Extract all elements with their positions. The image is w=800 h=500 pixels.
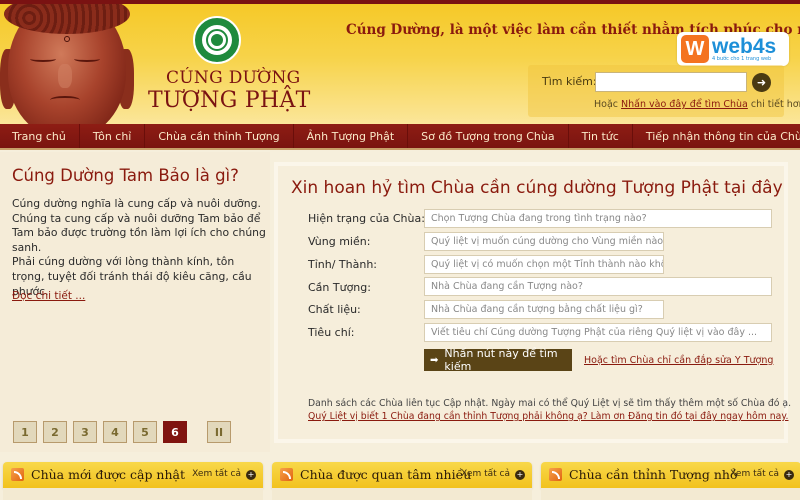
region-select[interactable]: Quý liệt vị muốn cúng dường cho Vùng miề… — [424, 232, 664, 251]
site-header: CÚNG DƯỜNG TƯỢNG PHẬT Cúng Dường, là một… — [0, 0, 800, 128]
field-label-material: Chất liệu: — [308, 303, 361, 316]
box-title: Chùa mới được cập nhật — [31, 467, 185, 482]
plus-circle-icon[interactable]: + — [246, 470, 256, 480]
rss-icon — [280, 468, 293, 481]
post-temple-link[interactable]: Quý Liệt vị biết 1 Chùa đang cần thỉnh T… — [308, 411, 788, 422]
nav-item-news[interactable]: Tin tức — [569, 124, 633, 148]
search-input[interactable] — [595, 72, 747, 92]
intro-title: Cúng Dường Tam Bảo là gì? — [12, 166, 239, 185]
arrow-right-icon: ➡ — [430, 354, 439, 366]
page-button[interactable]: 3 — [73, 421, 97, 443]
logo-title-line1[interactable]: CÚNG DƯỜNG — [166, 68, 301, 88]
pause-button[interactable]: II — [207, 421, 231, 443]
web4s-logo-icon: W — [681, 35, 709, 63]
repair-robes-link[interactable]: Hoặc tìm Chùa chỉ cần đắp sửa Y Tượng — [584, 355, 773, 366]
search-label: Tìm kiếm: — [542, 75, 597, 88]
field-label-region: Vùng miền: — [308, 235, 371, 248]
page-button[interactable]: 1 — [13, 421, 37, 443]
page-button[interactable]: 2 — [43, 421, 67, 443]
page-button[interactable]: 5 — [133, 421, 157, 443]
box-popular-temples: Chùa được quan tâm nhiều Xem tất cả + — [272, 462, 532, 488]
logo-title-line2[interactable]: TƯỢNG PHẬT — [148, 88, 311, 113]
field-label-criteria: Tiêu chí: — [308, 326, 355, 339]
search-temples-button[interactable]: ➡ Nhấn nút này để tìm kiếm — [424, 347, 572, 373]
web4s-brand: web4s — [712, 35, 777, 58]
field-label-status: Hiện trạng của Chùa: — [308, 212, 425, 225]
view-all-link[interactable]: Xem tất cả — [461, 469, 510, 479]
nav-item-home[interactable]: Trang chủ — [0, 124, 80, 148]
buddha-face-image — [0, 4, 135, 128]
search-temples-label: Nhấn nút này để tìm kiếm — [444, 347, 558, 373]
rss-icon — [549, 468, 562, 481]
status-select[interactable]: Chọn Tượng Chùa đang trong tình trạng nà… — [424, 209, 772, 228]
rss-icon — [11, 468, 24, 481]
field-label-province: Tỉnh/ Thành: — [308, 258, 378, 271]
box-new-temples: Chùa mới được cập nhật Xem tất cả + — [3, 462, 263, 488]
intro-panel: Cúng Dường Tam Bảo là gì? Cúng dường ngh… — [0, 152, 270, 452]
temple-finder-panel: Xin hoan hỷ tìm Chùa cần cúng dường Tượn… — [274, 162, 792, 443]
buddhist-sangha-emblem-icon — [193, 16, 241, 64]
box-title: Chùa được quan tâm nhiều — [300, 467, 472, 482]
finder-title: Xin hoan hỷ tìm Chùa cần cúng dường Tượn… — [291, 178, 783, 198]
nav-item-submit-temple-info[interactable]: Tiếp nhận thông tin của Chùa — [633, 124, 800, 148]
box-body — [3, 488, 263, 500]
main-nav: Trang chủ Tôn chỉ Chùa cần thỉnh Tượng Ả… — [0, 124, 800, 150]
view-all-link[interactable]: Xem tất cả — [730, 469, 779, 479]
page-button-active[interactable]: 6 — [163, 421, 187, 443]
plus-circle-icon[interactable]: + — [515, 470, 525, 480]
advanced-search-link[interactable]: Nhấn vào đây để tìm Chùa — [621, 99, 748, 110]
field-label-statue: Cần Tượng: — [308, 281, 371, 294]
web4s-watermark: W web4s 4 bước cho 1 trang web — [677, 32, 789, 66]
page-button[interactable]: 4 — [103, 421, 127, 443]
nav-item-principles[interactable]: Tôn chỉ — [80, 124, 146, 148]
web4s-subtitle: 4 bước cho 1 trang web — [712, 56, 772, 62]
search-go-button[interactable]: ➜ — [752, 73, 771, 92]
view-all-link[interactable]: Xem tất cả — [192, 469, 241, 479]
statue-select[interactable]: Nhà Chùa đang cần Tượng nào? — [424, 277, 772, 296]
intro-paragraph: Cúng dường nghĩa là cung cấp và nuôi dưỡ… — [12, 197, 266, 254]
criteria-input[interactable]: Viết tiêu chí Cúng dường Tượng Phật của … — [424, 323, 772, 342]
slider-pager: 1 2 3 4 5 6 II — [13, 421, 231, 443]
arrow-right-circle-icon: ➜ — [756, 76, 767, 89]
pause-icon: II — [214, 425, 224, 439]
plus-circle-icon[interactable]: + — [784, 470, 794, 480]
search-hint: Hoặc Nhấn vào đây để tìm Chùa chi tiết h… — [594, 99, 800, 110]
nav-item-buddha-photos[interactable]: Ảnh Tượng Phật — [294, 124, 409, 148]
update-note: Danh sách các Chùa liên tục Cập nhật. Ng… — [308, 398, 792, 409]
province-select[interactable]: Quý liệt vị có muốn chọn một Tỉnh thành … — [424, 255, 664, 274]
box-body — [272, 488, 532, 500]
box-body — [541, 488, 800, 500]
search-hint-prefix: Hoặc — [594, 99, 619, 110]
search-hint-suffix: chi tiết hơn — [750, 99, 800, 110]
box-small-statues: Chùa cần thỉnh Tượng nhỏ Xem tất cả + — [541, 462, 800, 488]
intro-body: Cúng dường nghĩa là cung cấp và nuôi dưỡ… — [12, 197, 267, 299]
nav-item-temples-need-statues[interactable]: Chùa cần thỉnh Tượng — [145, 124, 294, 148]
material-select[interactable]: Nhà Chùa đang cần tượng bằng chất liệu g… — [424, 300, 664, 319]
box-title: Chùa cần thỉnh Tượng nhỏ — [569, 467, 738, 482]
nav-item-statue-layout[interactable]: Sơ đồ Tượng trong Chùa — [408, 124, 569, 148]
read-more-link[interactable]: Đọc chi tiết ... — [12, 290, 85, 302]
